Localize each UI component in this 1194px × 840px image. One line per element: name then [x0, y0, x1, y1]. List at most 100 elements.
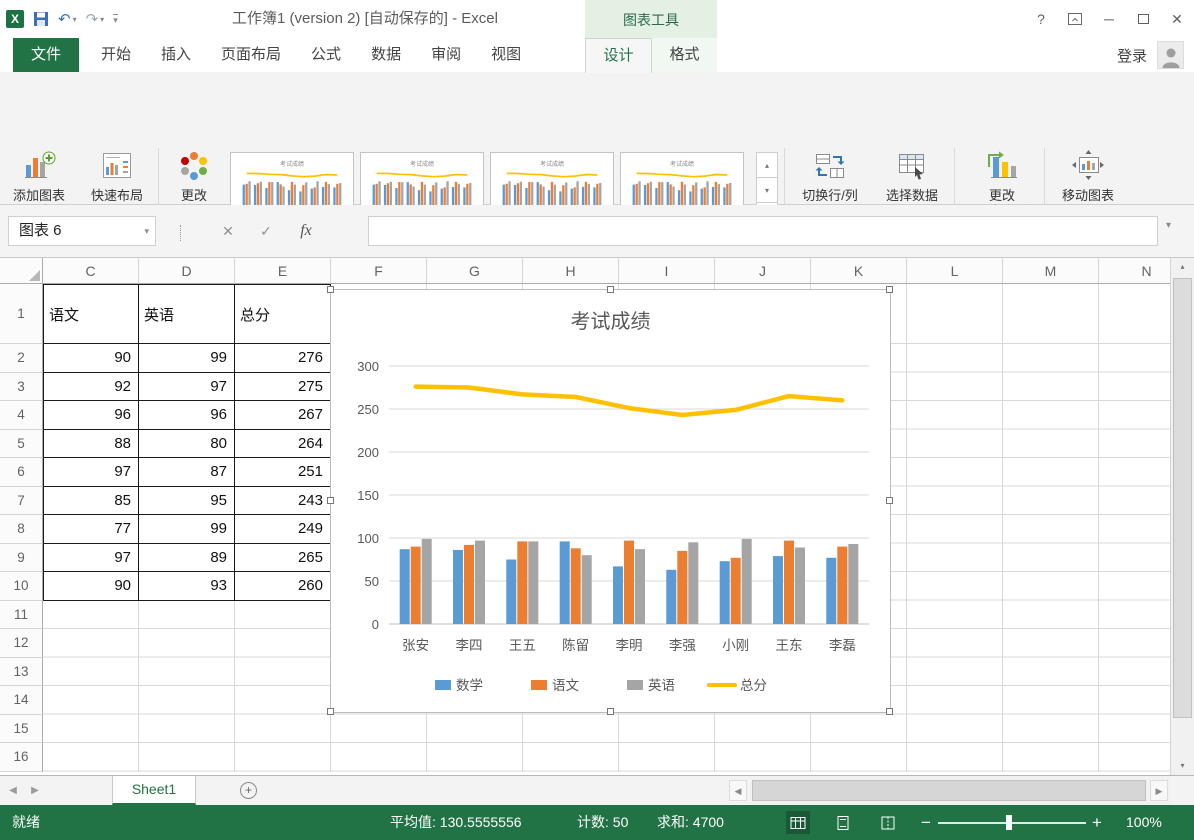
qat-customize-icon[interactable]: ▾ — [113, 14, 118, 25]
column-header[interactable]: G — [427, 258, 523, 284]
cell[interactable]: 92 — [43, 372, 139, 401]
column-header[interactable]: E — [235, 258, 331, 284]
cell[interactable]: 95 — [139, 486, 235, 515]
sheet-nav-next-icon[interactable]: ▶ — [26, 776, 44, 805]
normal-view-icon[interactable] — [786, 811, 810, 834]
chart-selection-handle[interactable] — [327, 497, 334, 504]
undo-icon[interactable]: ↶ ▾ — [58, 10, 77, 28]
ribbon-tab[interactable]: 数据 — [356, 38, 416, 72]
cell[interactable]: 85 — [43, 486, 139, 515]
enter-icon[interactable]: ✓ — [250, 216, 282, 246]
cell[interactable]: 251 — [235, 458, 331, 487]
row-header[interactable]: 8 — [0, 515, 43, 544]
scroll-up-icon[interactable]: ▴ — [1171, 258, 1194, 276]
sign-in[interactable]: 登录 — [1117, 38, 1184, 72]
cell[interactable]: 总分 — [235, 284, 331, 344]
cell[interactable]: 96 — [139, 401, 235, 430]
gallery-scroll-down-icon[interactable]: ▾ — [756, 177, 778, 203]
select-all-corner[interactable] — [0, 258, 43, 284]
formula-bar-expand-icon[interactable]: ▾ — [1166, 220, 1171, 231]
insert-function-icon[interactable]: fx — [290, 216, 322, 246]
cell[interactable]: 264 — [235, 429, 331, 458]
row-header[interactable]: 7 — [0, 486, 43, 515]
ribbon-tab[interactable]: 开始 — [86, 38, 146, 72]
page-break-view-icon[interactable] — [876, 811, 900, 834]
row-header[interactable]: 11 — [0, 600, 43, 629]
ribbon-tab-contextual[interactable]: 设计 — [585, 38, 652, 73]
cell[interactable]: 语文 — [43, 284, 139, 344]
name-box-dropdown-icon[interactable]: ▾ — [144, 217, 149, 245]
chart-selection-handle[interactable] — [886, 497, 893, 504]
row-header[interactable]: 12 — [0, 629, 43, 658]
zoom-in-icon[interactable]: + — [1092, 805, 1102, 840]
row-header[interactable]: 3 — [0, 372, 43, 401]
cell[interactable]: 英语 — [139, 284, 235, 344]
chart-selection-handle[interactable] — [606, 708, 614, 715]
cell[interactable]: 93 — [139, 572, 235, 601]
cell[interactable]: 99 — [139, 515, 235, 544]
ribbon-tab[interactable]: 插入 — [146, 38, 206, 72]
maximize-icon[interactable] — [1126, 0, 1160, 38]
cell[interactable]: 97 — [43, 458, 139, 487]
column-header[interactable]: K — [811, 258, 907, 284]
zoom-out-icon[interactable]: − — [921, 805, 931, 840]
page-layout-view-icon[interactable] — [831, 811, 855, 834]
file-tab[interactable]: 文件 — [13, 38, 79, 72]
vertical-scrollbar[interactable]: ▴ ▾ — [1170, 258, 1194, 775]
vertical-scroll-thumb[interactable] — [1173, 278, 1192, 718]
column-header[interactable]: H — [523, 258, 619, 284]
hscroll-left-icon[interactable]: ◀ — [729, 780, 747, 801]
cell[interactable]: 89 — [139, 543, 235, 572]
cell[interactable]: 265 — [235, 543, 331, 572]
row-header[interactable]: 10 — [0, 572, 43, 601]
avatar[interactable] — [1157, 41, 1184, 69]
chart-selection-handle[interactable] — [606, 286, 614, 293]
close-icon[interactable]: ✕ — [1160, 0, 1194, 38]
row-header[interactable]: 6 — [0, 458, 43, 487]
cell[interactable]: 87 — [139, 458, 235, 487]
row-header[interactable]: 13 — [0, 657, 43, 686]
column-header[interactable]: F — [331, 258, 427, 284]
horizontal-scroll-thumb[interactable] — [752, 780, 1146, 801]
row-header[interactable]: 14 — [0, 686, 43, 715]
ribbon-tab[interactable]: 公式 — [296, 38, 356, 72]
scroll-down-icon[interactable]: ▾ — [1171, 757, 1194, 775]
exam-score-chart[interactable]: 0 50 100 150 200 250 300 张安 李四 王五 陈留 李明 李强 小刚 王东 李磊 考试成绩… — [327, 286, 893, 715]
save-icon[interactable] — [33, 11, 49, 27]
row-header[interactable]: 15 — [0, 714, 43, 743]
cell[interactable]: 249 — [235, 515, 331, 544]
redo-icon[interactable]: ↷ ▾ — [86, 10, 105, 28]
cell[interactable]: 90 — [43, 344, 139, 373]
cell[interactable]: 90 — [43, 572, 139, 601]
ribbon-display-options-icon[interactable] — [1058, 0, 1092, 38]
new-sheet-icon[interactable]: + — [240, 782, 257, 799]
help-icon[interactable]: ? — [1024, 0, 1058, 38]
ribbon-tab[interactable]: 页面布局 — [206, 38, 296, 72]
cancel-icon[interactable]: ✕ — [212, 216, 244, 246]
cell[interactable]: 96 — [43, 401, 139, 430]
cell[interactable]: 80 — [139, 429, 235, 458]
row-header[interactable]: 1 — [0, 284, 43, 344]
hscroll-right-icon[interactable]: ▶ — [1150, 780, 1168, 801]
cell[interactable]: 77 — [43, 515, 139, 544]
cell[interactable]: 260 — [235, 572, 331, 601]
zoom-slider[interactable] — [938, 822, 1086, 824]
cell[interactable]: 243 — [235, 486, 331, 515]
formula-input[interactable] — [368, 216, 1158, 246]
row-header[interactable]: 2 — [0, 344, 43, 373]
chart-selection-handle[interactable] — [886, 708, 893, 715]
cell[interactable]: 267 — [235, 401, 331, 430]
column-header[interactable]: D — [139, 258, 235, 284]
row-header[interactable]: 16 — [0, 743, 43, 772]
cell[interactable]: 276 — [235, 344, 331, 373]
cell[interactable]: 275 — [235, 372, 331, 401]
row-header[interactable]: 4 — [0, 401, 43, 430]
ribbon-tab[interactable]: 审阅 — [416, 38, 476, 72]
row-header[interactable]: 5 — [0, 429, 43, 458]
zoom-level[interactable]: 100% — [1126, 805, 1162, 840]
column-header[interactable]: J — [715, 258, 811, 284]
chart-selection-handle[interactable] — [886, 286, 893, 293]
column-header[interactable]: I — [619, 258, 715, 284]
column-header[interactable]: M — [1003, 258, 1099, 284]
excel-app-icon[interactable]: X — [6, 10, 24, 28]
